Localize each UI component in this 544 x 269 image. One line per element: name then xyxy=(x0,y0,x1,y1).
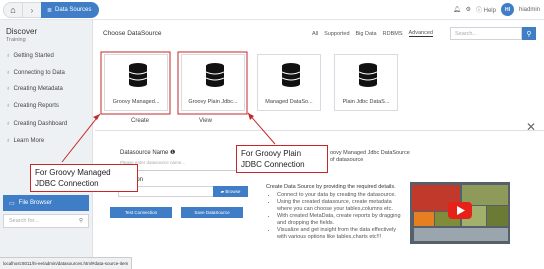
arrowhead-managed xyxy=(93,114,100,120)
callout-line: For Groovy Managed xyxy=(35,168,111,177)
highlight-groovy-plain xyxy=(177,51,248,115)
callout-groovy-managed: For Groovy Managed JDBC Connection xyxy=(30,164,138,192)
callout-line: JDBC Connection xyxy=(35,179,99,188)
highlight-groovy-managed xyxy=(100,51,171,115)
callout-groovy-plain: For Groovy Plain JDBC Connection xyxy=(236,145,328,173)
callout-line: For Groovy Plain xyxy=(241,149,302,158)
callout-line: JDBC Connection xyxy=(241,160,305,169)
status-bar-url: localhost:8011/hi-ee/admin/datasources.h… xyxy=(0,257,133,269)
annotation-overlay xyxy=(61,51,276,163)
arrow-managed xyxy=(61,113,101,163)
